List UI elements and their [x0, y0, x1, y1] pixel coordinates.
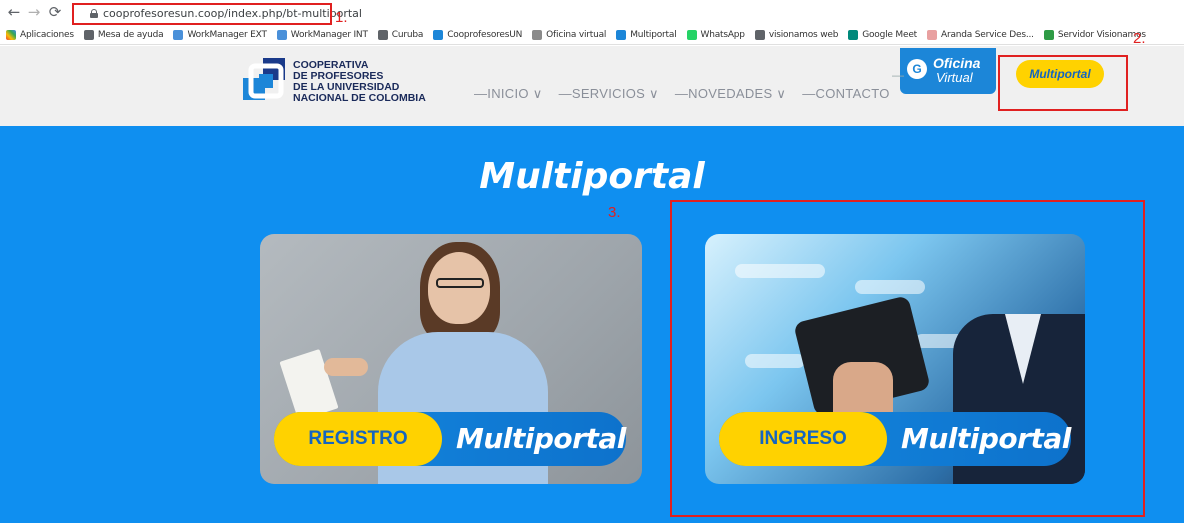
bookmark-favicon-icon — [754, 30, 765, 40]
bookmarks-bar: Aplicaciones Mesa de ayuda WorkManager EXT… — [0, 26, 1184, 45]
hand-icon — [324, 358, 368, 376]
coop-logo-icon[interactable] — [243, 58, 289, 104]
bookmark-favicon-icon — [6, 30, 16, 40]
bookmark-label: Google Meet — [862, 30, 917, 40]
bookmark-item[interactable]: Oficina virtual — [532, 30, 606, 40]
registro-pill-label: Multiportal — [456, 422, 626, 455]
oficina-virtual-button[interactable]: — G Oficina Virtual — [892, 48, 996, 94]
menu-item-contacto[interactable]: —CONTACTO — [802, 86, 889, 102]
bookmark-label: visionamos web — [768, 30, 839, 40]
woman-head — [428, 252, 490, 324]
oficina-logo-icon: G — [907, 59, 927, 79]
bookmark-favicon-icon — [83, 30, 94, 40]
bookmark-favicon-icon — [848, 30, 859, 40]
bookmark-label: WhatsApp — [700, 30, 746, 40]
bookmark-favicon-icon — [276, 30, 287, 40]
bookmark-label: Multiportal — [630, 30, 677, 40]
oficina-label-2: Virtual — [936, 70, 973, 85]
bookmark-label: WorkManager INT — [290, 30, 368, 40]
bookmark-label: Aplicaciones — [20, 30, 74, 40]
bookmark-item[interactable]: Servidor Visionamos — [1043, 30, 1146, 40]
bookmark-item[interactable]: Mesa de ayuda — [83, 30, 164, 40]
bookmark-item[interactable]: WorkManager INT — [276, 30, 368, 40]
registro-pill[interactable]: REGISTRO Multiportal — [274, 412, 626, 466]
menu-item-servicios[interactable]: —SERVICIOS ∨ — [559, 86, 659, 102]
menu-item-inicio[interactable]: —INICIO ∨ — [474, 86, 543, 102]
bookmark-label: Oficina virtual — [546, 30, 607, 40]
logo-line: NACIONAL DE COLOMBIA — [293, 92, 426, 104]
bookmark-item[interactable]: CooprofesoresUN — [433, 30, 522, 40]
main-menu: —INICIO ∨ —SERVICIOS ∨ —NOVEDADES ∨ —CON… — [474, 86, 906, 102]
bookmark-item[interactable]: Google Meet — [848, 30, 917, 40]
bookmark-label: Mesa de ayuda — [97, 30, 164, 40]
bookmark-item[interactable]: WorkManager EXT — [173, 30, 267, 40]
bookmark-favicon-icon — [433, 30, 444, 40]
registro-card[interactable]: REGISTRO Multiportal — [260, 234, 642, 484]
registro-button[interactable]: REGISTRO — [274, 412, 442, 466]
annotation-label-2: 2. — [1133, 30, 1146, 47]
oficina-label-1: Oficina — [933, 55, 981, 71]
bookmark-favicon-icon — [686, 30, 697, 40]
annotation-box-url — [72, 3, 332, 25]
bookmark-favicon-icon — [377, 30, 388, 40]
reload-icon[interactable]: ⟳ — [47, 4, 63, 20]
annotation-label-3: 3. — [608, 204, 621, 221]
glasses-icon — [436, 278, 484, 288]
oficina-dash: — — [892, 68, 904, 82]
bookmark-item[interactable]: Multiportal — [616, 30, 677, 40]
annotation-box-multiportal — [998, 55, 1128, 111]
menu-item-novedades[interactable]: —NOVEDADES ∨ — [675, 86, 786, 102]
coop-logo-text[interactable]: COOPERATIVA DE PROFESORES DE LA UNIVERSI… — [293, 60, 426, 104]
forward-arrow-icon[interactable]: → — [26, 4, 42, 20]
bookmark-item[interactable]: Curuba — [377, 30, 424, 40]
page-title: Multiportal — [479, 156, 705, 197]
bookmark-item[interactable]: WhatsApp — [686, 30, 746, 40]
bookmark-favicon-icon — [927, 30, 937, 40]
back-arrow-icon[interactable]: ← — [6, 4, 22, 20]
annotation-box-ingreso — [670, 200, 1145, 517]
bookmark-label: CooprofesoresUN — [447, 30, 523, 40]
bookmark-favicon-icon — [616, 30, 627, 40]
bookmark-favicon-icon — [1043, 30, 1054, 40]
bookmark-favicon-icon — [173, 30, 184, 40]
bookmark-label: WorkManager EXT — [187, 30, 267, 40]
bookmark-favicon-icon — [532, 30, 543, 40]
bookmark-item[interactable]: Aplicaciones — [6, 30, 74, 40]
bookmark-label: Curuba — [391, 30, 424, 40]
annotation-label-1: 1. — [335, 9, 348, 26]
bookmark-item[interactable]: Aranda Service Des... — [927, 30, 1034, 40]
bookmark-item[interactable]: visionamos web — [754, 30, 839, 40]
bookmark-label: Aranda Service Des... — [941, 30, 1034, 40]
